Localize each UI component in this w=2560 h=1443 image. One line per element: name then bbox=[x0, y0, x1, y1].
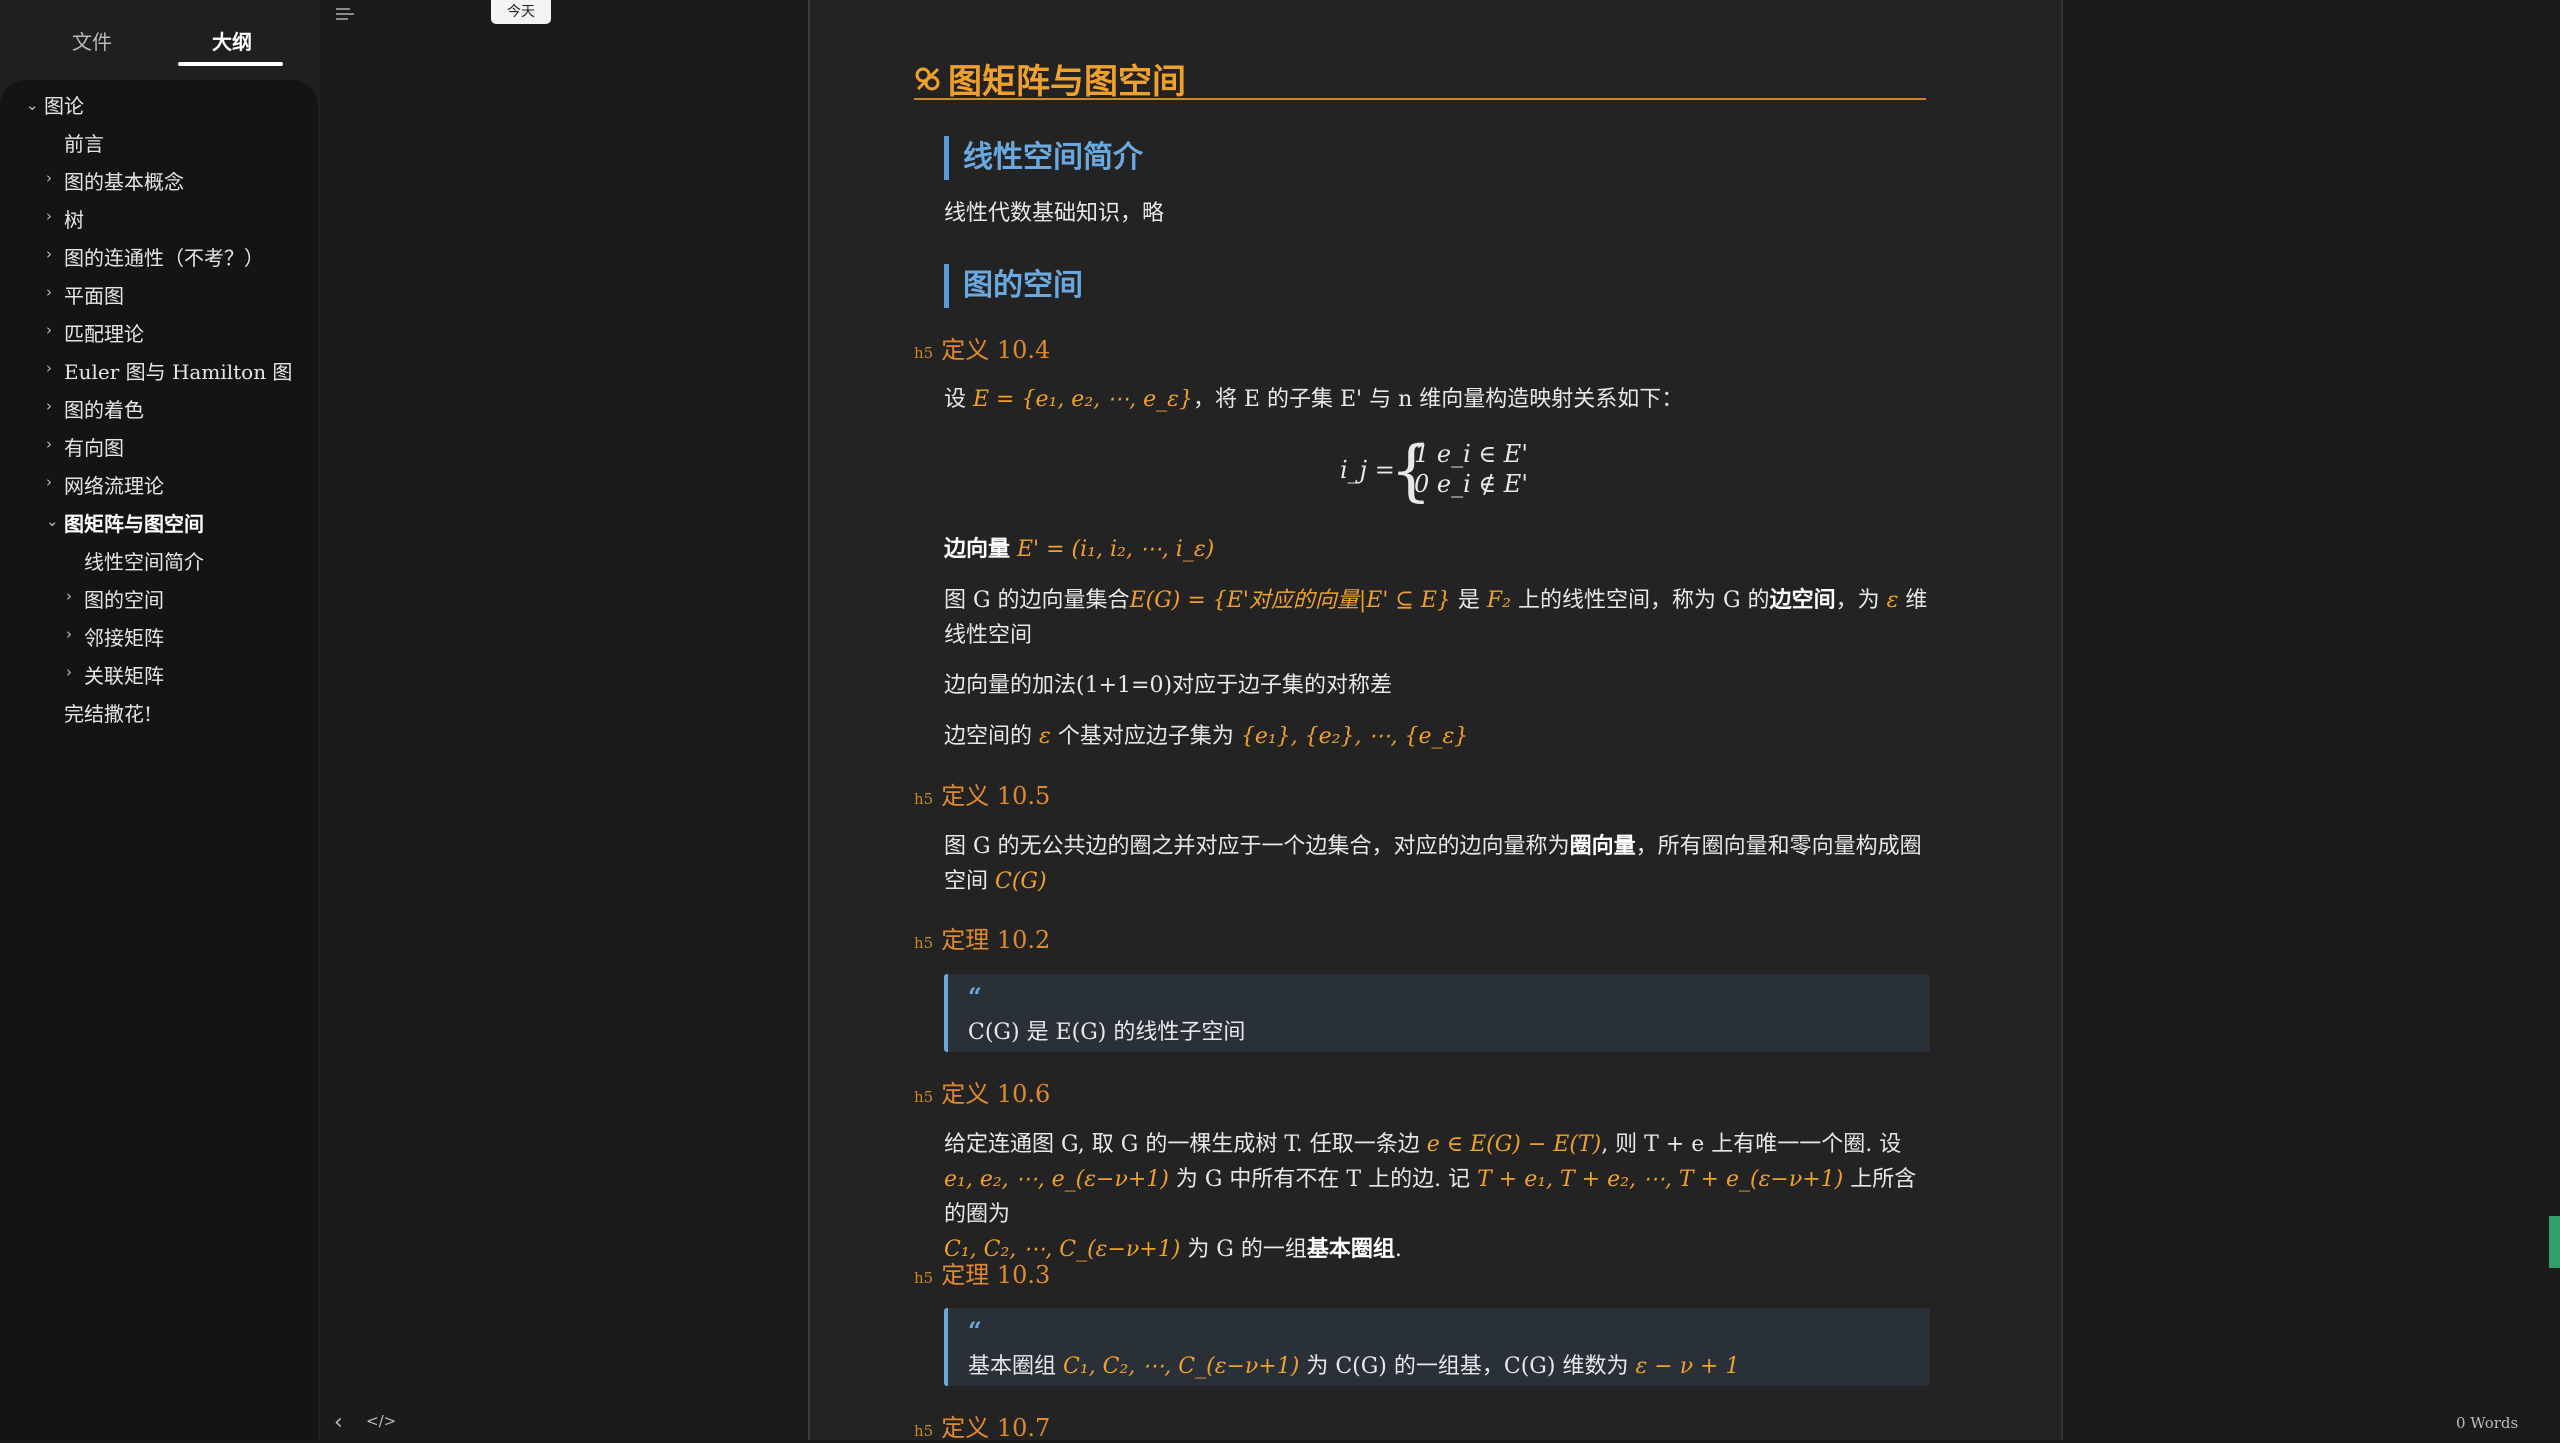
chevron-right-icon[interactable]: › bbox=[46, 321, 52, 339]
outline-item-graph-space[interactable]: 图的空间 bbox=[84, 584, 164, 613]
outline-item-basic-concepts[interactable]: 图的基本概念 bbox=[64, 166, 184, 195]
back-arrow-icon[interactable]: ‹ bbox=[334, 1410, 343, 1435]
paragraph-def-10-5: 图 G 的无公共边的圈之并对应于一个边集合，对应的边向量称为圈向量，所有圈向量和… bbox=[944, 833, 1922, 894]
chevron-down-icon[interactable]: ⌄ bbox=[46, 512, 59, 530]
tab-outline[interactable]: 大纲 bbox=[212, 26, 252, 55]
chevron-right-icon[interactable]: › bbox=[46, 435, 52, 453]
heading-text: 定义 10.4 bbox=[941, 336, 1051, 364]
math-inline: E = {e₁, e₂, ⋯, e_ε} bbox=[973, 387, 1193, 412]
heading-def-10-7: h5 定义 10.7 bbox=[914, 1414, 1051, 1442]
word-count: 0 Words bbox=[2456, 1414, 2519, 1432]
heading-thm-10-2: h5 定理 10.2 bbox=[914, 926, 1051, 954]
heading-ornament-icon bbox=[914, 62, 942, 102]
outline-item-connectivity[interactable]: 图的连通性（不考？） bbox=[64, 242, 264, 271]
today-badge[interactable]: 今天 bbox=[491, 0, 551, 24]
outline-item-finish[interactable]: 完结撒花! bbox=[64, 698, 152, 727]
blockquote: “ C(G) 是 E(G) 的线性子空间 bbox=[944, 974, 1930, 1052]
chevron-right-icon[interactable]: › bbox=[46, 359, 52, 377]
math-inline: ε bbox=[1886, 588, 1899, 613]
chevron-right-icon[interactable]: › bbox=[46, 169, 52, 187]
outline-item-coloring[interactable]: 图的着色 bbox=[64, 394, 144, 423]
math-inline: e₁, e₂, ⋯, e_(ε−ν+1) bbox=[944, 1167, 1169, 1192]
math-inline: ε bbox=[1039, 724, 1051, 749]
paragraph: 边向量的加法(1+1=0)对应于边子集的对称差 bbox=[944, 673, 1393, 698]
sidebar-toggle-icon[interactable] bbox=[336, 8, 354, 22]
chevron-down-icon[interactable]: ⌄ bbox=[26, 96, 39, 114]
outline-item-root[interactable]: 图论 bbox=[44, 90, 84, 119]
active-tab-indicator bbox=[178, 62, 283, 66]
quote-text: 基本圈组 C₁, C₂, ⋯, C_(ε−ν+1) 为 C(G) 的一组基，C(… bbox=[968, 1354, 1740, 1379]
math-inline: E' = (i₁, i₂, ⋯, i_ε) bbox=[1017, 537, 1215, 562]
math-inline: F₂ bbox=[1486, 588, 1511, 613]
outline-item-planar[interactable]: 平面图 bbox=[64, 280, 124, 309]
outline-item-linear-space[interactable]: 线性空间简介 bbox=[84, 546, 204, 575]
math-row: 0 e_i ∉ E' bbox=[1414, 470, 1528, 498]
heading-linear-space: 线性空间简介 bbox=[944, 136, 1143, 180]
outline-item-network-flow[interactable]: 网络流理论 bbox=[64, 470, 164, 499]
right-pane bbox=[2063, 0, 2560, 1440]
sidebar-tabs: 文件 大纲 bbox=[0, 0, 320, 80]
outline-item-incidence[interactable]: 关联矩阵 bbox=[84, 660, 164, 689]
math-row: 1 e_i ∈ E' bbox=[1414, 440, 1528, 468]
outline-item-graph-matrix[interactable]: 图矩阵与图空间 bbox=[64, 508, 204, 537]
math-inline: C(G) bbox=[995, 869, 1047, 894]
scrollbar-thumb[interactable] bbox=[2549, 1216, 2560, 1268]
quote-text: C(G) 是 E(G) 的线性子空间 bbox=[968, 1020, 1246, 1045]
page-title: 图矩阵与图空间 bbox=[914, 54, 1926, 102]
math-inline: {e₁}, {e₂}, ⋯, {e_ε} bbox=[1240, 724, 1469, 749]
paragraph-edge-space: 图 G 的边向量集合E(G) = {E'对应的向量|E' ⊆ E} 是 F₂ 上… bbox=[944, 587, 1928, 648]
paragraph-edge-vector: 边向量 E' = (i₁, i₂, ⋯, i_ε) bbox=[944, 536, 1215, 562]
heading-def-10-6: h5 定义 10.6 bbox=[914, 1080, 1051, 1108]
chevron-right-icon[interactable]: › bbox=[46, 207, 52, 225]
quote-icon: “ bbox=[968, 982, 982, 1011]
math-inline: e ∈ E(G) − E(T) bbox=[1426, 1132, 1602, 1157]
chevron-right-icon[interactable]: › bbox=[66, 663, 72, 681]
heading-def-10-5: h5 定义 10.5 bbox=[914, 782, 1051, 810]
chevron-right-icon[interactable]: › bbox=[46, 397, 52, 415]
math-inline: ε − ν + 1 bbox=[1635, 1354, 1740, 1379]
source-code-icon[interactable]: </> bbox=[366, 1412, 396, 1430]
page-title-text: 图矩阵与图空间 bbox=[948, 62, 1186, 102]
heading-graph-space: 图的空间 bbox=[944, 264, 1083, 308]
math-inline: C₁, C₂, ⋯, C_(ε−ν+1) bbox=[1063, 1354, 1300, 1379]
paragraph: 线性代数基础知识，略 bbox=[944, 201, 1165, 226]
math-inline: T + e₁, T + e₂, ⋯, T + e_(ε−ν+1) bbox=[1477, 1167, 1844, 1192]
outline-item-matching[interactable]: 匹配理论 bbox=[64, 318, 144, 347]
heading-def-10-4: h5 定义 10.4 bbox=[914, 330, 1050, 365]
outline-item-digraph[interactable]: 有向图 bbox=[64, 432, 124, 461]
math-inline: E(G) = {E'对应的向量|E' ⊆ E} bbox=[1129, 588, 1451, 613]
heading-thm-10-3: h5 定理 10.3 bbox=[914, 1261, 1051, 1289]
paragraph-def-10-6: 给定连通图 G, 取 G 的一棵生成树 T. 任取一条边 e ∈ E(G) − … bbox=[944, 1132, 1917, 1262]
paragraph-def-10-4: 设 E = {e₁, e₂, ⋯, e_ε}，将 E 的子集 E' 与 n 维向… bbox=[944, 387, 1684, 412]
heading-level-tag: h5 bbox=[914, 344, 934, 362]
sidebar: 文件 大纲 ⌄ 图论 前言 › 图的基本概念 › 树 › 图的连通性（不考？） … bbox=[0, 0, 320, 1440]
outline-item-preface[interactable]: 前言 bbox=[64, 128, 104, 157]
editor-gutter bbox=[320, 0, 808, 1440]
outline-item-euler-hamilton[interactable]: Euler 图与 Hamilton 图 bbox=[64, 356, 292, 385]
math-lhs: i_j = bbox=[1340, 456, 1395, 484]
outline-item-adjacency[interactable]: 邻接矩阵 bbox=[84, 622, 164, 651]
chevron-right-icon[interactable]: › bbox=[66, 587, 72, 605]
chevron-right-icon[interactable]: › bbox=[46, 473, 52, 491]
blockquote: “ 基本圈组 C₁, C₂, ⋯, C_(ε−ν+1) 为 C(G) 的一组基，… bbox=[944, 1308, 1930, 1386]
outline-item-trees[interactable]: 树 bbox=[64, 204, 84, 233]
quote-icon: “ bbox=[968, 1316, 982, 1345]
paragraph-basis: 边空间的 ε 个基对应边子集为 {e₁}, {e₂}, ⋯, {e_ε} bbox=[944, 724, 1469, 749]
chevron-right-icon[interactable]: › bbox=[46, 245, 52, 263]
chevron-right-icon[interactable]: › bbox=[66, 625, 72, 643]
tab-files[interactable]: 文件 bbox=[72, 26, 112, 55]
chevron-right-icon[interactable]: › bbox=[46, 283, 52, 301]
